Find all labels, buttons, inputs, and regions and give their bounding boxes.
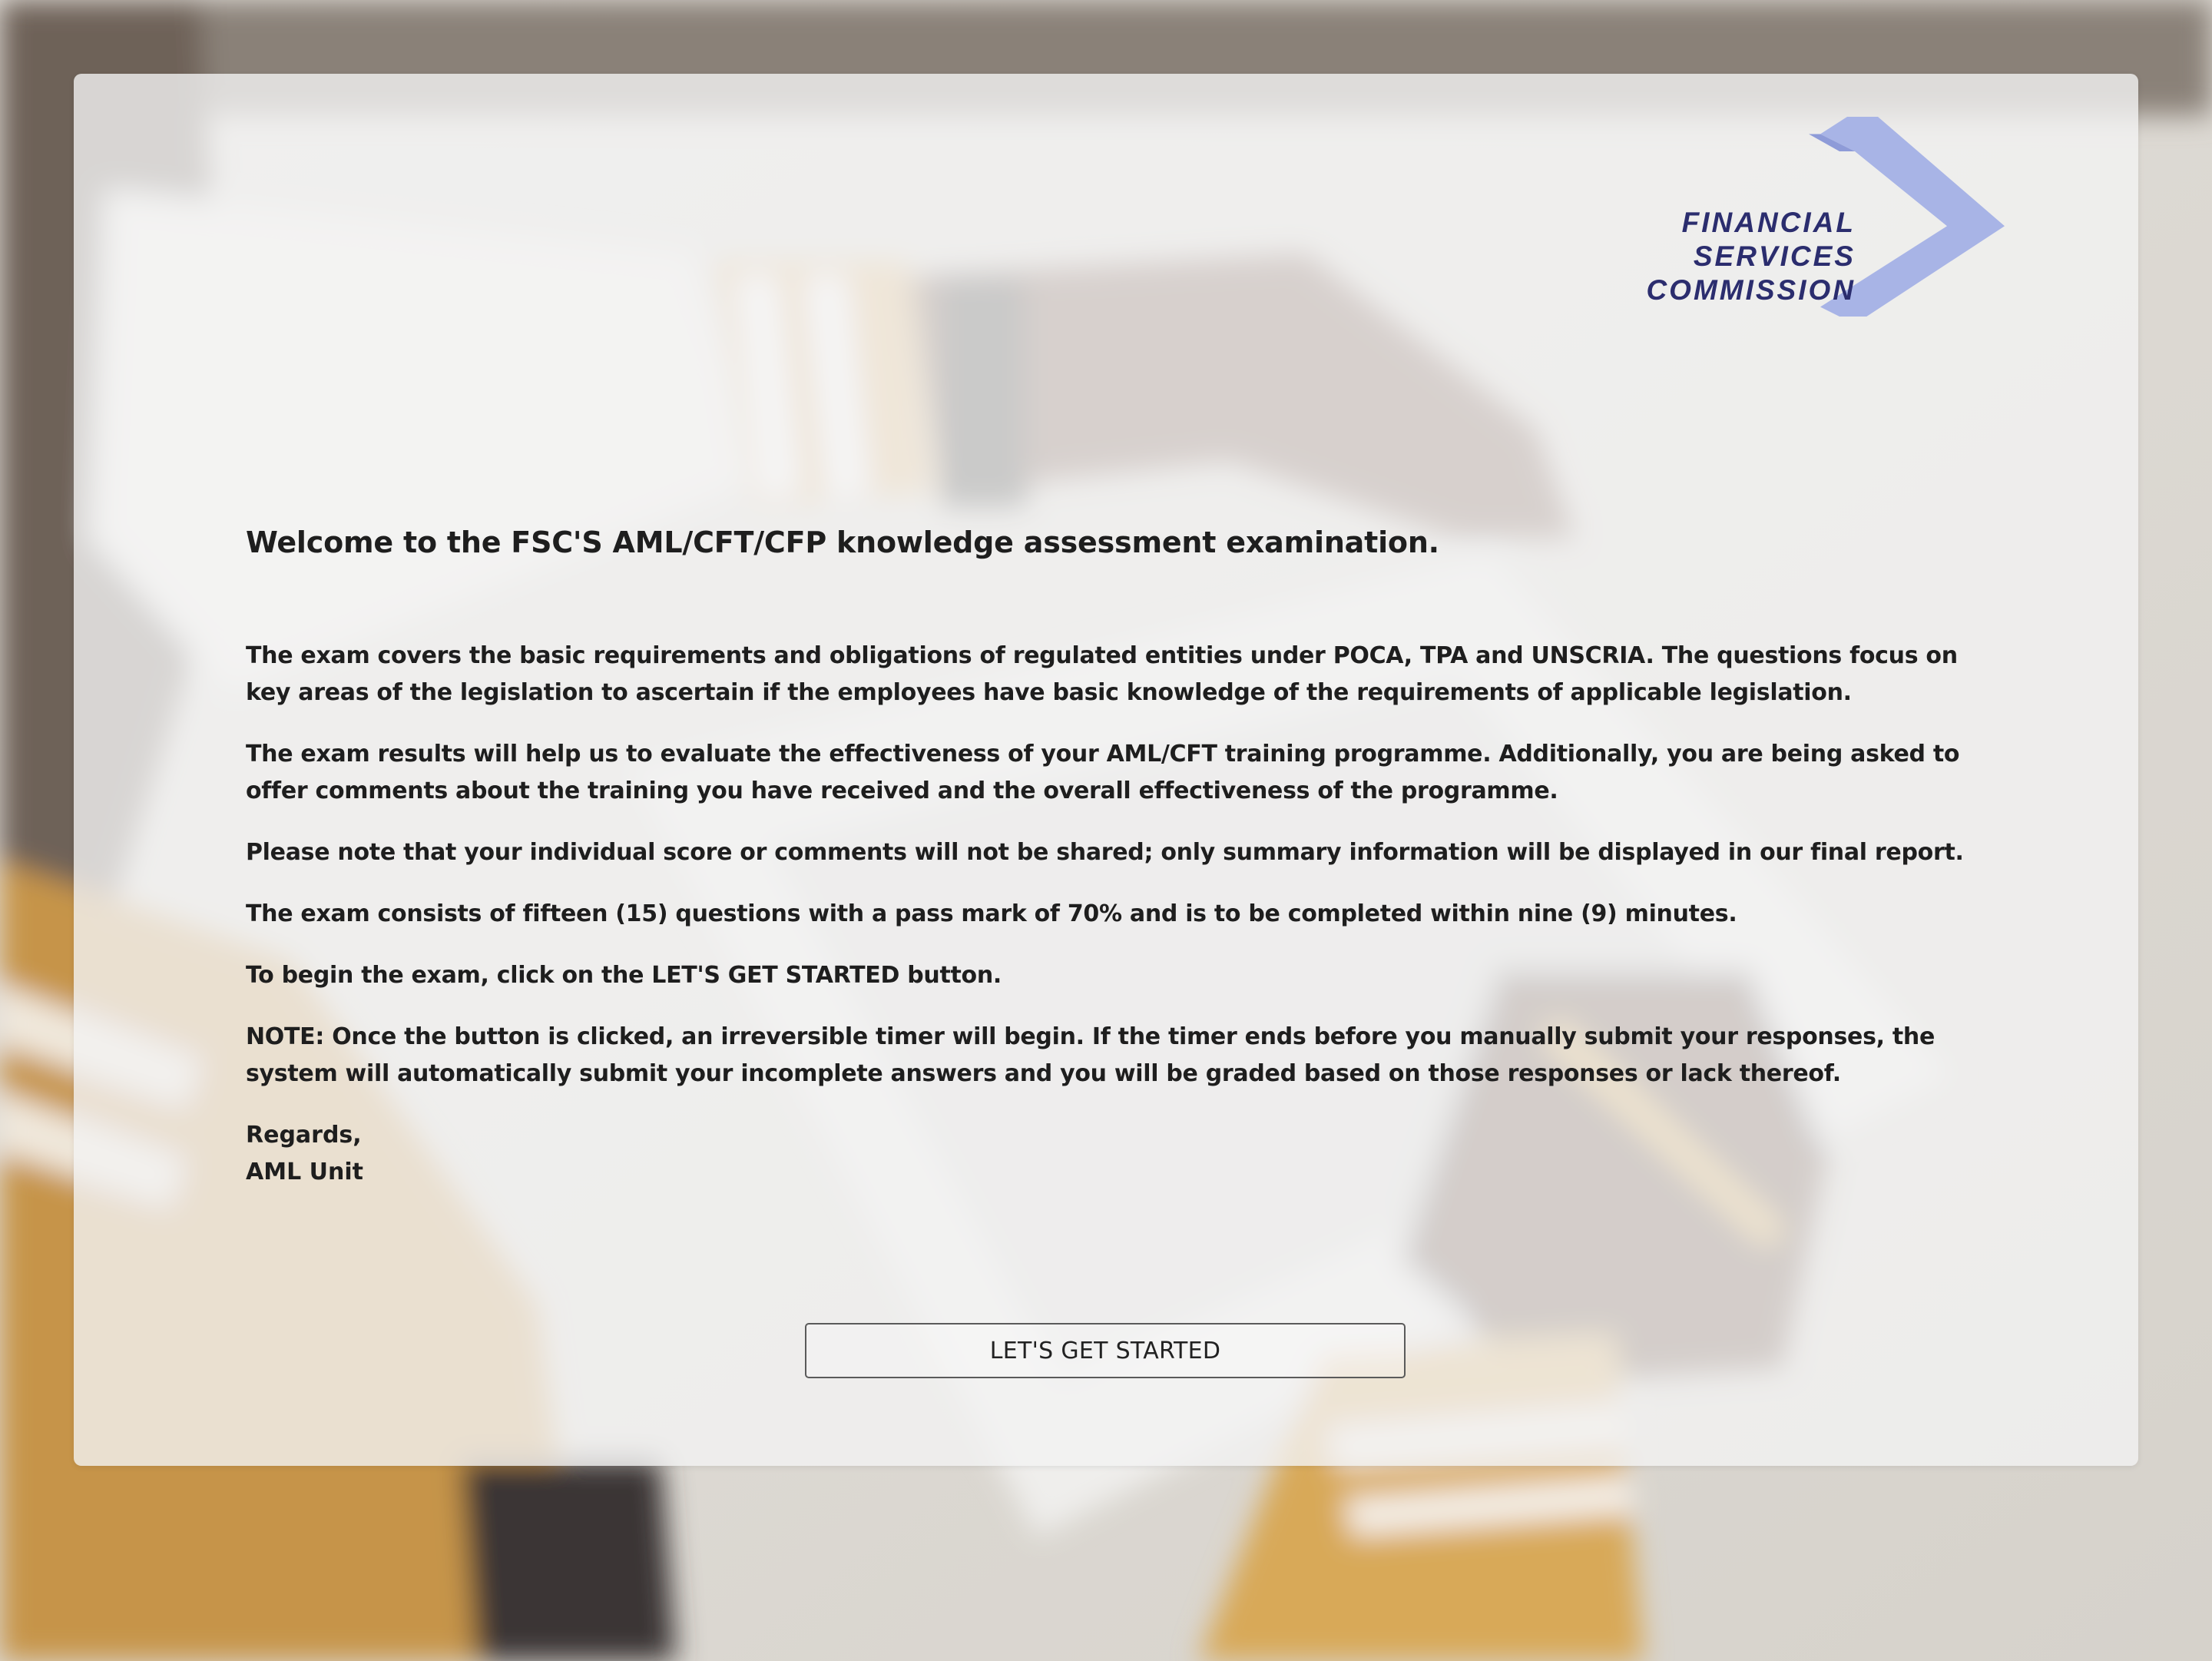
page-title: Welcome to the FSC'S AML/CFT/CFP knowled… — [246, 525, 1439, 559]
paragraph-privacy: Please note that your individual score o… — [246, 839, 1964, 866]
lets-get-started-button[interactable]: LET'S GET STARTED — [805, 1323, 1406, 1378]
paragraph-exam-results: The exam results will help us to evaluat… — [246, 741, 1960, 804]
fsc-logo: FINANCIAL SERVICES COMMISSION — [1646, 71, 2051, 317]
paragraph-timer-note: NOTE: Once the button is clicked, an irr… — [246, 1023, 1936, 1087]
logo-line-services: SERVICES — [1693, 240, 1856, 272]
signoff: Regards, AML Unit — [246, 1117, 1966, 1191]
logo-line-financial: FINANCIAL — [1681, 207, 1856, 238]
regards-text: Regards, — [246, 1122, 362, 1149]
instructions: The exam covers the basic requirements a… — [246, 638, 1966, 1191]
logo-text: FINANCIAL SERVICES COMMISSION — [1646, 206, 1856, 307]
paragraph-exam-coverage: The exam covers the basic requirements a… — [246, 642, 1958, 706]
logo-line-commission: COMMISSION — [1646, 274, 1856, 306]
signature-text: AML Unit — [246, 1159, 363, 1185]
paragraph-exam-format: The exam consists of fifteen (15) questi… — [246, 900, 1737, 927]
paragraph-begin-instructions: To begin the exam, click on the LET'S GE… — [246, 962, 1002, 989]
